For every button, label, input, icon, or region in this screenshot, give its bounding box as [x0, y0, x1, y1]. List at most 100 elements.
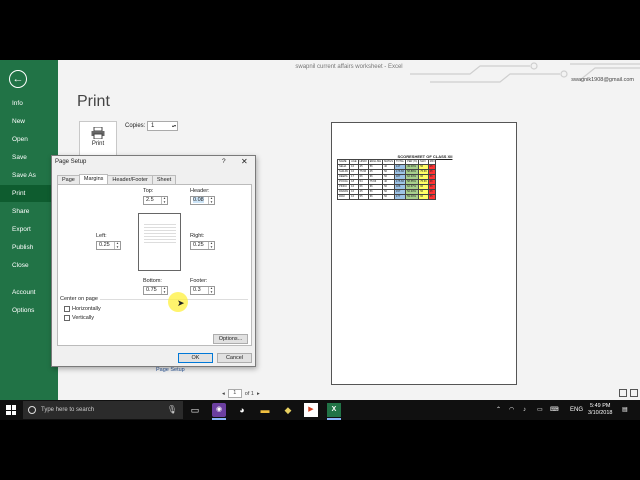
- table-header-cell: ENGLISH: [367, 159, 384, 165]
- account-email[interactable]: swagnik1908@gmail.com: [571, 77, 634, 83]
- table-row: PAWAN 16 45 56 56 157 52.33% 56 45: [336, 189, 437, 195]
- checkbox-icon[interactable]: [64, 306, 70, 312]
- spin-arrows-icon[interactable]: ▲ ▼: [208, 241, 214, 249]
- tab-page[interactable]: Page: [57, 175, 80, 184]
- tab-sheet[interactable]: Sheet: [151, 175, 177, 184]
- nav-share[interactable]: Share: [0, 203, 58, 220]
- right-margin-input[interactable]: 0.25 ▲ ▼: [190, 241, 215, 250]
- table-cell: 55: [427, 194, 437, 200]
- nav-close[interactable]: Close: [0, 257, 58, 274]
- nav-open[interactable]: Open: [0, 131, 58, 148]
- table-cell: SHILPA: [336, 169, 351, 175]
- table-header-cell: HINDI: [357, 159, 369, 165]
- taskbar-search[interactable]: Type here to search 🎙: [23, 401, 183, 419]
- page-number-input[interactable]: 1: [227, 389, 242, 398]
- spin-arrows-icon[interactable]: ▲ ▼: [161, 196, 167, 204]
- sticky-notes-icon[interactable]: ◆: [281, 403, 295, 417]
- microphone-icon[interactable]: 🎙: [167, 401, 177, 419]
- search-placeholder: Type here to search: [41, 407, 95, 413]
- top-margin-input[interactable]: 2.5 ▲ ▼: [143, 196, 168, 205]
- horizontally-checkbox[interactable]: Horizontally: [64, 306, 101, 312]
- options-button[interactable]: Options...: [213, 334, 248, 344]
- file-explorer-icon[interactable]: ▬: [258, 403, 272, 417]
- copies-value: 1: [151, 123, 155, 129]
- right-label: Right:: [190, 233, 205, 239]
- spin-arrows-icon[interactable]: ▲ ▼: [114, 241, 120, 249]
- close-icon[interactable]: ✕: [241, 157, 248, 166]
- taskbar: Type here to search 🎙 ▭ ◉ ◕ ▬ ◆ ▶ X ⌃ ◠ …: [0, 400, 640, 420]
- spin-arrows-icon[interactable]: ▲ ▼: [161, 286, 167, 294]
- page-setup-link[interactable]: Page Setup: [156, 367, 185, 373]
- top-value: 2.5: [146, 197, 154, 203]
- footer-margin-input[interactable]: 0.3 ▲ ▼: [190, 286, 215, 295]
- show-margins-icon[interactable]: [619, 389, 627, 397]
- vertically-label: Vertically: [72, 315, 95, 321]
- nav-options[interactable]: Options: [0, 302, 58, 319]
- table-row: NEHA 16 45 56 46 147 49.00% 56 45: [336, 164, 437, 170]
- table-cell: 56: [382, 194, 395, 200]
- excel-icon[interactable]: X: [327, 403, 341, 417]
- help-icon[interactable]: ?: [222, 158, 226, 165]
- prev-page-icon[interactable]: ◂: [222, 391, 225, 397]
- table-row: DEEPA 17 66 66 56 187 62.33% 66 56: [336, 174, 437, 180]
- nav-save-as[interactable]: Save As: [0, 167, 58, 184]
- nav-print[interactable]: Print: [0, 185, 58, 202]
- volume-icon[interactable]: ♪: [523, 400, 526, 420]
- table-header-cell: PER (%): [405, 159, 420, 165]
- nav-save[interactable]: Save: [0, 149, 58, 166]
- nav-new[interactable]: New: [0, 113, 58, 130]
- header-margin-input[interactable]: 0.08 ▲ ▼: [190, 196, 215, 205]
- page-preview-diagram: [138, 213, 181, 271]
- printer-icon: [91, 126, 105, 140]
- back-arrow-icon[interactable]: ←: [9, 70, 27, 88]
- nav-publish[interactable]: Publish: [0, 239, 58, 256]
- table-row: RAVI 16 55 66 56 177 59.00% 66 55: [336, 194, 437, 200]
- bottom-value: 0.75: [146, 287, 157, 293]
- print-button[interactable]: Print: [79, 121, 117, 159]
- top-label: Top:: [143, 188, 154, 194]
- vertically-checkbox[interactable]: Vertically: [64, 315, 94, 321]
- active-indicator: [212, 418, 226, 420]
- table-header-cell: TOTAL: [393, 159, 407, 165]
- spin-arrows-icon[interactable]: ▲ ▼: [208, 286, 214, 294]
- spin-arrows-icon[interactable]: ▲ ▼: [208, 196, 214, 204]
- zoom-to-page-icon[interactable]: [630, 389, 638, 397]
- notification-icon[interactable]: ▤: [622, 400, 628, 420]
- left-margin-input[interactable]: 0.25 ▲ ▼: [96, 241, 121, 250]
- footer-value: 0.3: [193, 287, 201, 293]
- footer-label: Footer:: [190, 278, 208, 284]
- tab-header-footer[interactable]: Header/Footer: [107, 175, 153, 184]
- language-indicator[interactable]: ENG: [570, 400, 583, 420]
- network-icon[interactable]: ◠: [509, 400, 514, 420]
- table-cell: 55: [357, 194, 369, 200]
- table-cell: 16: [349, 194, 359, 200]
- search-icon: [28, 406, 36, 414]
- chevron-up-icon[interactable]: ⌃: [496, 400, 501, 420]
- ok-button[interactable]: OK: [178, 353, 213, 363]
- cancel-button[interactable]: Cancel: [217, 353, 252, 363]
- nav-info[interactable]: Info: [0, 95, 58, 112]
- tab-margins[interactable]: Margins: [78, 174, 109, 184]
- task-view-icon[interactable]: ▭: [188, 403, 202, 417]
- table-header-row: NAME AGE HINDI ENGLISH MATHS TOTAL PER (%) MAX M…: [336, 159, 437, 165]
- copies-input[interactable]: 1 ▴▾: [147, 121, 178, 131]
- table-cell: 66: [418, 194, 429, 200]
- media-player-icon[interactable]: ▶: [304, 403, 318, 417]
- battery-icon[interactable]: ▭: [537, 400, 543, 420]
- clock-time: 5:49 PM: [589, 403, 611, 409]
- chrome-icon[interactable]: ◕: [235, 403, 249, 417]
- print-preview: SCORESHEET OF CLASS XII NAME AGE HINDI ENGL…: [331, 122, 517, 385]
- windows-start-icon[interactable]: [6, 405, 16, 415]
- keyboard-icon[interactable]: ⌨: [550, 400, 559, 420]
- checkbox-icon[interactable]: [64, 315, 70, 321]
- nav-export[interactable]: Export: [0, 221, 58, 238]
- app-icon[interactable]: ◉: [212, 403, 226, 417]
- copies-label: Copies:: [125, 123, 146, 129]
- bottom-margin-input[interactable]: 0.75 ▲ ▼: [143, 286, 168, 295]
- nav-account[interactable]: Account: [0, 284, 58, 301]
- circuit-decoration: [410, 62, 640, 83]
- system-clock[interactable]: 5:49 PM 3/10/2018: [588, 403, 612, 417]
- next-page-icon[interactable]: ▸: [257, 391, 260, 397]
- table-cell: 66: [367, 194, 384, 200]
- spin-arrows-icon[interactable]: ▴▾: [172, 122, 176, 130]
